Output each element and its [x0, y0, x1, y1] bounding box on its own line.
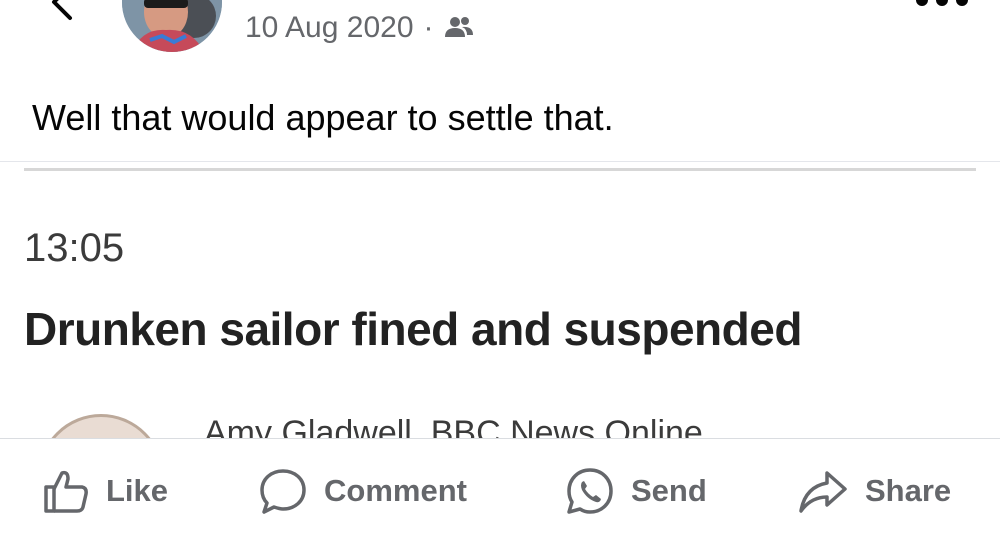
author-avatar[interactable]: [122, 0, 222, 52]
divider: [0, 438, 1000, 439]
comment-button[interactable]: Comment: [258, 466, 467, 516]
embed-byline: Amy Gladwell, BBC News Online: [204, 414, 703, 438]
like-button[interactable]: Like: [42, 466, 168, 516]
back-chevron-icon[interactable]: [44, 0, 84, 26]
share-button[interactable]: Share: [797, 466, 951, 516]
share-arrow-icon: [799, 471, 847, 513]
embed-top-rule: [24, 168, 976, 171]
post-date: 10 Aug 2020: [245, 11, 414, 44]
avatar-photo: [122, 0, 222, 52]
embed-headline: Drunken sailor fined and suspended: [24, 303, 802, 355]
share-label: Share: [865, 473, 952, 508]
comment-bubble-icon: [260, 469, 306, 514]
comment-label: Comment: [324, 473, 467, 508]
whatsapp-icon: [567, 468, 613, 514]
meta-separator: ·: [423, 11, 434, 44]
more-options-icon[interactable]: [916, 0, 968, 8]
send-label: Send: [631, 473, 707, 508]
embedded-screenshot[interactable]: 13:05 Drunken sailor fined and suspended…: [0, 162, 1000, 438]
send-button[interactable]: Send: [565, 466, 707, 516]
like-label: Like: [106, 473, 169, 508]
post-text: Well that would appear to settle that.: [32, 97, 614, 138]
thumbs-up-icon: [44, 470, 88, 513]
embed-time: 13:05: [24, 226, 125, 270]
post-meta: 10 Aug 2020 ·: [245, 10, 474, 46]
friends-icon[interactable]: [444, 15, 474, 41]
embed-author-avatar: [38, 414, 164, 438]
